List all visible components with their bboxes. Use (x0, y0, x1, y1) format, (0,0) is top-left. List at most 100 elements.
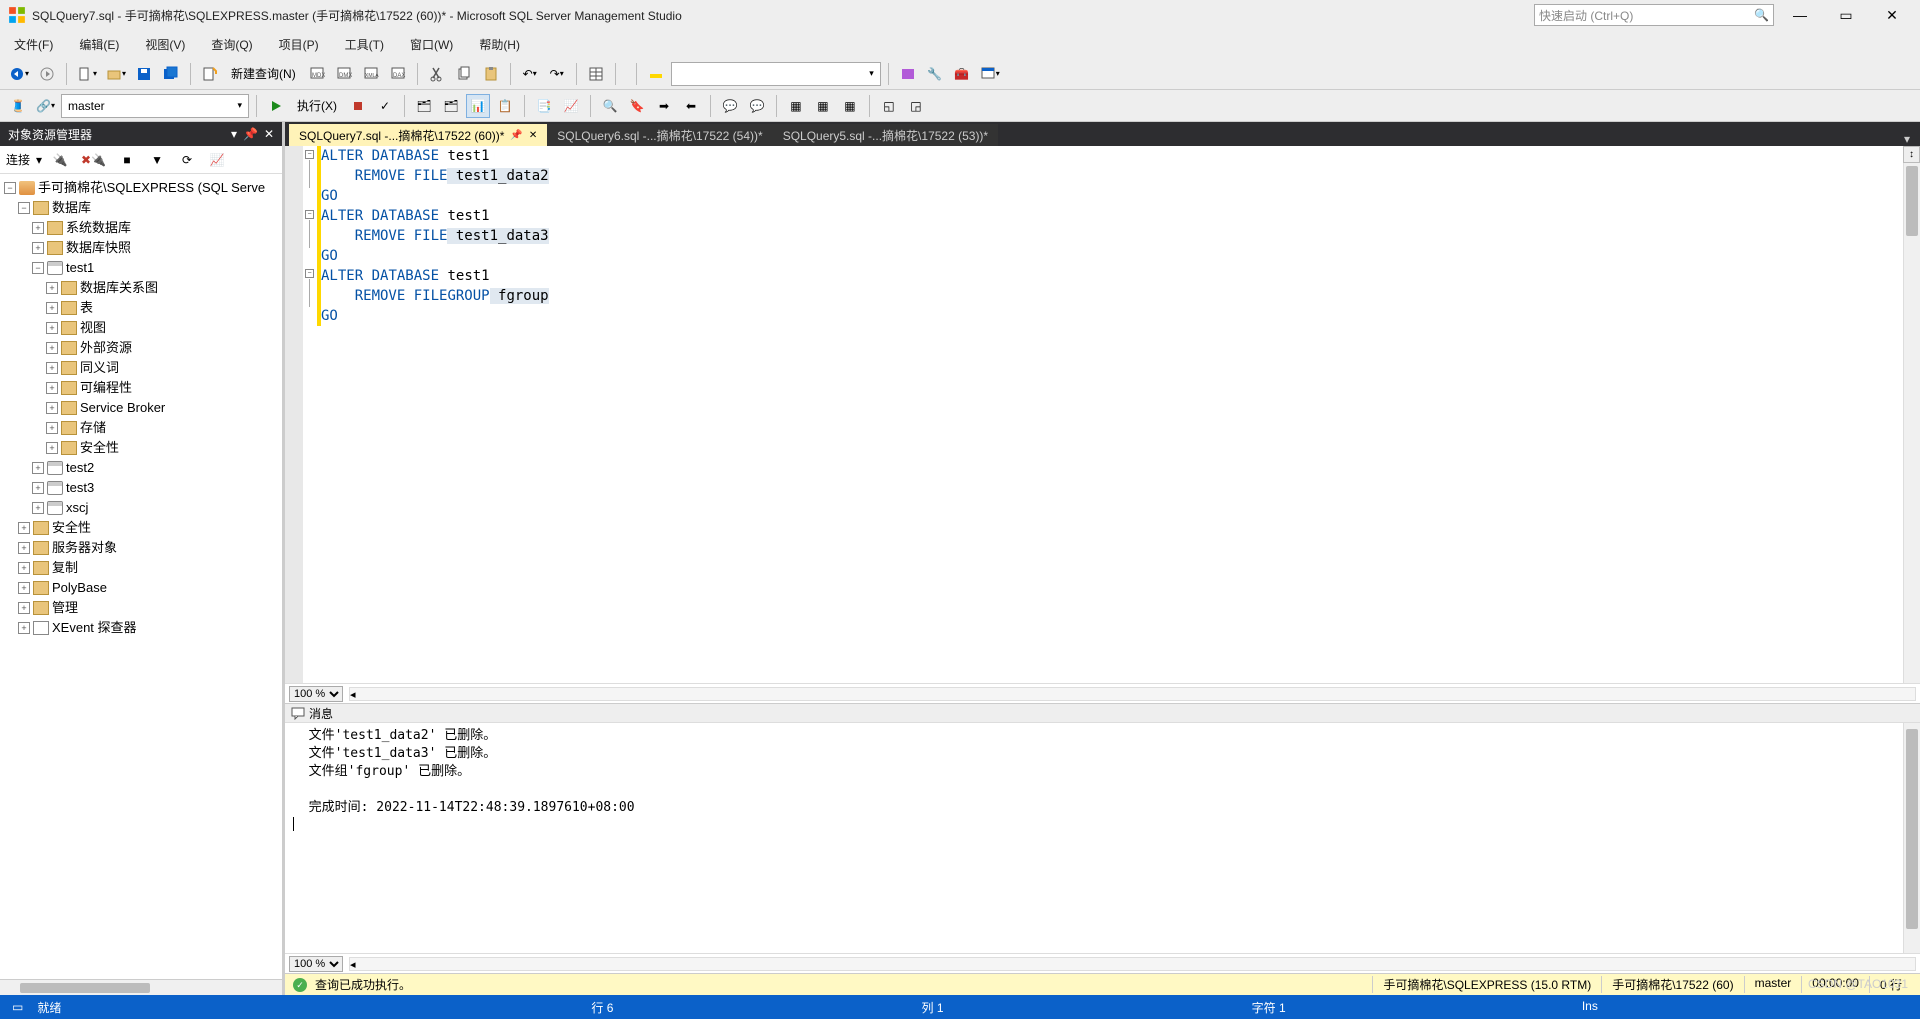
copy-button[interactable] (452, 62, 476, 86)
actualplan-icon[interactable]: 🗂 (439, 94, 463, 118)
messages-zoom-combo[interactable]: 100 % (289, 956, 343, 972)
exec-user: 手可摘棉花\17522 (60) (1601, 976, 1743, 993)
nav-back-button[interactable]: ▾ (6, 62, 32, 86)
disconnect-icon[interactable]: ✖🔌 (78, 148, 109, 172)
more2-icon[interactable]: ▦ (811, 94, 835, 118)
document-tabs: SQLQuery7.sql -...摘棉花\17522 (60))*📌✕ SQL… (285, 122, 1920, 146)
new-file-button[interactable]: ▾ (74, 62, 100, 86)
nav-forward-button[interactable] (35, 62, 59, 86)
menu-tools[interactable]: 工具(T) (339, 34, 390, 55)
stats-icon[interactable]: 📊 (466, 94, 490, 118)
split-icon[interactable]: ↕ (1903, 146, 1920, 163)
minimize-button[interactable]: — (1780, 7, 1820, 23)
execute-label[interactable]: 执行(X) (291, 97, 343, 114)
maximize-button[interactable]: ▭ (1826, 7, 1866, 24)
parse-icon[interactable]: ✓ (373, 94, 397, 118)
messages-icon (291, 706, 305, 720)
code-content[interactable]: ALTER DATABASE test1 REMOVE FILE test1_d… (321, 146, 1903, 683)
messages-tab[interactable]: 消息 (309, 705, 333, 722)
highlight-icon[interactable] (644, 62, 668, 86)
refresh-icon[interactable]: ⟳ (175, 148, 199, 172)
menu-query[interactable]: 查询(Q) (205, 34, 258, 55)
more3-icon[interactable]: ▦ (838, 94, 862, 118)
svg-text:DMX: DMX (339, 73, 352, 79)
wrench-icon[interactable]: 🔧 (923, 62, 947, 86)
status-ins: Ins (1582, 999, 1912, 1016)
diagram-icon[interactable]: 📈 (559, 94, 583, 118)
bookmark-icon[interactable]: 🔖 (625, 94, 649, 118)
execute-button[interactable] (264, 94, 288, 118)
tab-sqlquery7[interactable]: SQLQuery7.sql -...摘棉花\17522 (60))*📌✕ (289, 124, 547, 146)
save-button[interactable] (132, 62, 156, 86)
zoom-combo[interactable]: 100 % (289, 686, 343, 702)
open-file-button[interactable]: ▾ (103, 62, 129, 86)
status-bar: ▭ 就绪 行 6 列 1 字符 1 Ins (0, 995, 1920, 1019)
fold-margin[interactable]: − − − (303, 146, 317, 683)
messages-vscroll[interactable] (1903, 723, 1920, 953)
toolbar-standard: ▾ ▾ ▾ 新建查询(N) MDX DMX XMLA DAX ↶ ▾ ↷ ▾ ▾… (0, 58, 1920, 90)
breakpoint-margin[interactable] (285, 146, 303, 683)
xmla-icon[interactable]: XMLA (359, 62, 383, 86)
more4-icon[interactable]: ◱ (877, 94, 901, 118)
save-all-button[interactable] (159, 62, 183, 86)
stop2-icon[interactable]: ■ (115, 148, 139, 172)
indent-icon[interactable]: ➡ (652, 94, 676, 118)
plan-icon[interactable]: 🗂 (412, 94, 436, 118)
new-query-label[interactable]: 新建查询(N) (225, 65, 302, 82)
dax-icon[interactable]: DAX (386, 62, 410, 86)
editor-hscroll[interactable]: ◂ (349, 687, 1916, 701)
messages-hscroll[interactable]: ◂ (349, 957, 1916, 971)
more5-icon[interactable]: ◲ (904, 94, 928, 118)
editor-vscroll[interactable] (1903, 146, 1920, 683)
menu-edit[interactable]: 编辑(E) (73, 34, 125, 55)
new-query-button[interactable] (198, 62, 222, 86)
app-logo-icon (8, 6, 26, 24)
menu-view[interactable]: 视图(V) (139, 34, 191, 55)
quick-launch-input[interactable]: 快速启动 (Ctrl+Q) 🔍 (1534, 4, 1774, 26)
redo-button[interactable]: ↷ ▾ (545, 62, 569, 86)
more1-icon[interactable]: ▦ (784, 94, 808, 118)
outdent-icon[interactable]: ⬅ (679, 94, 703, 118)
find-combo[interactable]: ▾ (671, 62, 881, 86)
panel-close-icon[interactable]: ✕ (264, 127, 274, 141)
tab-sqlquery6[interactable]: SQLQuery6.sql -...摘棉花\17522 (54))* (547, 124, 772, 146)
stop-button[interactable] (346, 94, 370, 118)
menu-help[interactable]: 帮助(H) (473, 34, 526, 55)
mdx-icon[interactable]: MDX (305, 62, 329, 86)
window-icon[interactable]: ▾ (977, 62, 1003, 86)
explorer-hscroll[interactable] (0, 979, 282, 995)
otherplan-icon[interactable]: 📋 (493, 94, 517, 118)
reconnect-icon[interactable]: 🔌 (48, 148, 72, 172)
close-button[interactable]: ✕ (1872, 7, 1912, 24)
database-combo[interactable]: master▾ (61, 94, 249, 118)
results-icon[interactable]: 📑 (532, 94, 556, 118)
dmx-icon[interactable]: DMX (332, 62, 356, 86)
link-icon[interactable]: 🔗 ▾ (33, 94, 58, 118)
activity-icon[interactable]: 📈 (205, 148, 229, 172)
uncomment-icon[interactable]: 💬 (745, 94, 769, 118)
table-icon[interactable] (584, 62, 608, 86)
tab-sqlquery5[interactable]: SQLQuery5.sql -...摘棉花\17522 (53))* (773, 124, 998, 146)
menu-window[interactable]: 窗口(W) (404, 34, 459, 55)
panel-pin-icon[interactable]: 📌 (243, 127, 258, 141)
cut-button[interactable] (425, 62, 449, 86)
tabs-dropdown-icon[interactable]: ▾ (1898, 132, 1916, 146)
thread-icon[interactable]: 🧵 (6, 94, 30, 118)
toolbox-icon[interactable]: 🧰 (950, 62, 974, 86)
object-explorer-header: 对象资源管理器 ▾ 📌 ✕ (0, 122, 282, 146)
paste-button[interactable] (479, 62, 503, 86)
filter-icon[interactable]: ▼ (145, 148, 169, 172)
undo-button[interactable]: ↶ ▾ (518, 62, 542, 86)
comment-icon[interactable]: 💬 (718, 94, 742, 118)
pin-icon[interactable]: 📌 (510, 130, 522, 141)
connect-label[interactable]: 连接 (6, 151, 30, 168)
code-editor[interactable]: − − − ALTER DATABASE test1 REMOVE FILE t… (285, 146, 1920, 683)
menu-file[interactable]: 文件(F) (8, 34, 59, 55)
messages-content[interactable]: 文件'test1_data2' 已删除。 文件'test1_data3' 已删除… (285, 723, 1903, 953)
close-tab-icon[interactable]: ✕ (529, 130, 537, 141)
object-explorer-tree[interactable]: −手可摘棉花\SQLEXPRESS (SQL Serve −数据库 +系统数据库… (0, 174, 282, 979)
menu-project[interactable]: 项目(P) (273, 34, 325, 55)
panel-dropdown-icon[interactable]: ▾ (231, 127, 237, 141)
server-connect-icon[interactable] (896, 62, 920, 86)
find-icon[interactable]: 🔍 (598, 94, 622, 118)
